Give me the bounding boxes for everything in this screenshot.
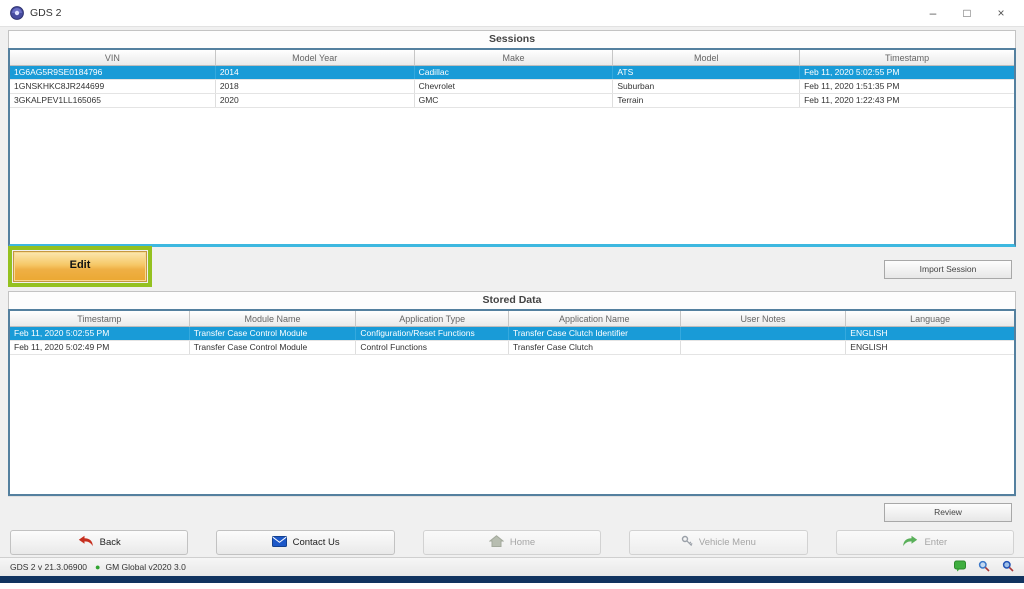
column-header-user-notes[interactable]: User Notes <box>681 311 847 327</box>
cell-vin: 1G6AG5R9SE0184796 <box>10 66 216 79</box>
cell-model-year: 2014 <box>216 66 415 79</box>
column-header-vin[interactable]: VIN <box>10 50 216 66</box>
stored-data-row-selected[interactable]: Feb 11, 2020 5:02:55 PM Transfer Case Co… <box>10 327 1014 341</box>
gds2-window: GDS 2 – □ × Sessions VIN Model Year Make… <box>0 0 1024 583</box>
bottom-navigation: Back Contact Us Home Vehicle Menu <box>8 528 1016 557</box>
cell-application-name: Transfer Case Clutch <box>509 341 681 354</box>
column-header-module-name[interactable]: Module Name <box>190 311 357 327</box>
import-session-button[interactable]: Import Session <box>884 260 1012 279</box>
minimize-button[interactable]: – <box>916 1 950 25</box>
vehicle-menu-button[interactable]: Vehicle Menu <box>629 530 807 555</box>
vehicle-menu-key-icon <box>681 535 693 550</box>
envelope-icon <box>272 536 287 550</box>
stored-data-panel-title: Stored Data <box>8 291 1016 309</box>
sessions-table: VIN Model Year Make Model Timestamp 1G6A… <box>8 48 1016 247</box>
highlight-annotation-box: Edit <box>8 246 152 287</box>
maximize-button[interactable]: □ <box>950 1 984 25</box>
status-green-dot: ● <box>95 562 100 572</box>
column-header-model-year[interactable]: Model Year <box>216 50 415 66</box>
column-header-model[interactable]: Model <box>613 50 800 66</box>
column-header-application-name[interactable]: Application Name <box>509 311 681 327</box>
back-label: Back <box>100 537 121 548</box>
column-header-make[interactable]: Make <box>415 50 614 66</box>
cell-timestamp: Feb 11, 2020 5:02:49 PM <box>10 341 190 354</box>
window-title: GDS 2 <box>30 7 62 19</box>
enter-icon <box>902 535 918 550</box>
vehicle-menu-label: Vehicle Menu <box>699 537 756 548</box>
session-row[interactable]: 1GNSKHKC8JR244699 2018 Chevrolet Suburba… <box>10 80 1014 94</box>
title-bar: GDS 2 – □ × <box>0 0 1024 27</box>
home-label: Home <box>510 537 535 548</box>
cell-make: GMC <box>415 94 614 107</box>
back-icon <box>78 535 94 550</box>
cell-make: Chevrolet <box>415 80 614 93</box>
cell-vin: 1GNSKHKC8JR244699 <box>10 80 216 93</box>
status-bar: GDS 2 v 21.3.06900 ● GM Global v2020 3.0 <box>0 557 1024 576</box>
cell-timestamp: Feb 11, 2020 5:02:55 PM <box>800 66 1014 79</box>
cell-language: ENGLISH <box>846 327 1014 340</box>
cell-vin: 3GKALPEV1LL165065 <box>10 94 216 107</box>
sessions-panel-title: Sessions <box>8 30 1016 48</box>
cell-user-notes <box>681 341 847 354</box>
cell-timestamp: Feb 11, 2020 1:51:35 PM <box>800 80 1014 93</box>
bottom-white-margin <box>0 583 1024 589</box>
cell-timestamp: Feb 11, 2020 1:22:43 PM <box>800 94 1014 107</box>
stored-data-table: Timestamp Module Name Application Type A… <box>8 309 1016 496</box>
enter-label: Enter <box>924 537 947 548</box>
column-header-timestamp[interactable]: Timestamp <box>10 311 190 327</box>
app-version-text: GDS 2 v 21.3.06900 <box>10 562 87 572</box>
enter-button[interactable]: Enter <box>836 530 1014 555</box>
global-version-text: GM Global v2020 3.0 <box>105 562 185 572</box>
cell-application-type: Control Functions <box>356 341 509 354</box>
contact-us-label: Contact Us <box>293 537 340 548</box>
sessions-header-row: VIN Model Year Make Model Timestamp <box>10 50 1014 66</box>
session-row[interactable]: 3GKALPEV1LL165065 2020 GMC Terrain Feb 1… <box>10 94 1014 108</box>
cell-make: Cadillac <box>415 66 614 79</box>
cell-timestamp: Feb 11, 2020 5:02:55 PM <box>10 327 190 340</box>
review-button[interactable]: Review <box>884 503 1012 522</box>
cell-model-year: 2018 <box>216 80 415 93</box>
cell-user-notes <box>681 327 847 340</box>
stored-data-row[interactable]: Feb 11, 2020 5:02:49 PM Transfer Case Co… <box>10 341 1014 355</box>
home-icon <box>489 535 504 550</box>
session-row-selected[interactable]: 1G6AG5R9SE0184796 2014 Cadillac ATS Feb … <box>10 66 1014 80</box>
zoom-in-icon[interactable] <box>1002 560 1014 574</box>
zoom-out-icon[interactable] <box>978 560 990 574</box>
cell-module-name: Transfer Case Control Module <box>190 341 357 354</box>
cell-model: ATS <box>613 66 800 79</box>
column-header-application-type[interactable]: Application Type <box>356 311 509 327</box>
home-button[interactable]: Home <box>423 530 601 555</box>
close-button[interactable]: × <box>984 1 1018 25</box>
column-header-timestamp[interactable]: Timestamp <box>800 50 1014 66</box>
app-icon <box>10 6 24 20</box>
cell-application-name: Transfer Case Clutch Identifier <box>509 327 681 340</box>
contact-us-button[interactable]: Contact Us <box>216 530 394 555</box>
cell-model: Terrain <box>613 94 800 107</box>
sessions-actions-row: Edit Import Session <box>8 247 1016 291</box>
bottom-navy-strip <box>0 576 1024 583</box>
cell-module-name: Transfer Case Control Module <box>190 327 357 340</box>
feedback-icon[interactable] <box>954 560 966 574</box>
main-content: Sessions VIN Model Year Make Model Times… <box>0 27 1024 557</box>
cell-model-year: 2020 <box>216 94 415 107</box>
cell-model: Suburban <box>613 80 800 93</box>
column-header-language[interactable]: Language <box>846 311 1014 327</box>
back-button[interactable]: Back <box>10 530 188 555</box>
cell-language: ENGLISH <box>846 341 1014 354</box>
edit-button[interactable]: Edit <box>13 251 147 282</box>
stored-data-actions-row: Review <box>8 496 1016 528</box>
stored-data-header-row: Timestamp Module Name Application Type A… <box>10 311 1014 327</box>
cell-application-type: Configuration/Reset Functions <box>356 327 509 340</box>
